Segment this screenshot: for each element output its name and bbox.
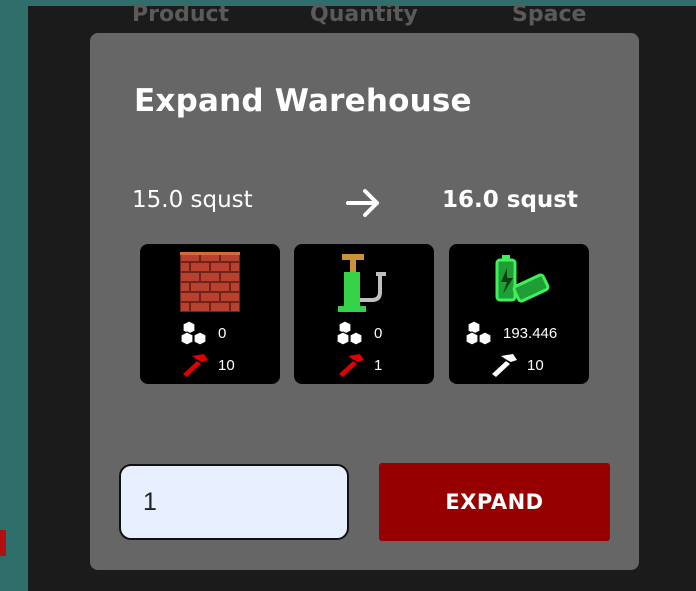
- resource-card-bricks: 0 10: [140, 244, 280, 384]
- quantity-input[interactable]: [119, 464, 349, 540]
- column-header-quantity: Quantity: [310, 2, 418, 27]
- dialog-title: Expand Warehouse: [134, 83, 472, 119]
- stock-value: 0: [374, 324, 383, 342]
- hammer-icon: [339, 354, 364, 377]
- hammer-icon: [492, 354, 517, 377]
- boxes-icon: [465, 320, 492, 346]
- battery-icon: [495, 255, 550, 303]
- resource-cards: 0 10 0 1 193.446 10: [140, 244, 590, 384]
- stock-row: 0: [180, 320, 226, 346]
- pipe-icon: [338, 254, 386, 312]
- current-size: 15.0 squst: [132, 187, 253, 213]
- expand-warehouse-dialog: Expand Warehouse 15.0 squst 16.0 squst 0…: [90, 33, 639, 570]
- column-header-product: Product: [132, 2, 230, 27]
- required-value: 10: [527, 356, 544, 374]
- required-row: 10: [489, 352, 544, 378]
- background-accent: [0, 530, 6, 556]
- new-size: 16.0 squst: [442, 187, 578, 213]
- stock-value: 0: [218, 324, 227, 342]
- bricks-icon: [180, 252, 240, 312]
- required-value: 1: [374, 356, 383, 374]
- expand-button[interactable]: EXPAND: [379, 463, 610, 541]
- boxes-icon: [180, 320, 207, 346]
- resource-card-batteries: 193.446 10: [449, 244, 589, 384]
- hammer-icon: [183, 354, 208, 377]
- stock-row: 193.446: [465, 320, 557, 346]
- arrow-right-icon: [346, 189, 379, 217]
- required-row: 10: [180, 352, 235, 378]
- boxes-icon: [336, 320, 363, 346]
- resource-card-pipes: 0 1: [294, 244, 434, 384]
- column-header-space: Space: [512, 2, 587, 27]
- required-value: 10: [218, 356, 235, 374]
- stock-row: 0: [336, 320, 382, 346]
- stock-value: 193.446: [503, 324, 558, 342]
- required-row: 1: [336, 352, 382, 378]
